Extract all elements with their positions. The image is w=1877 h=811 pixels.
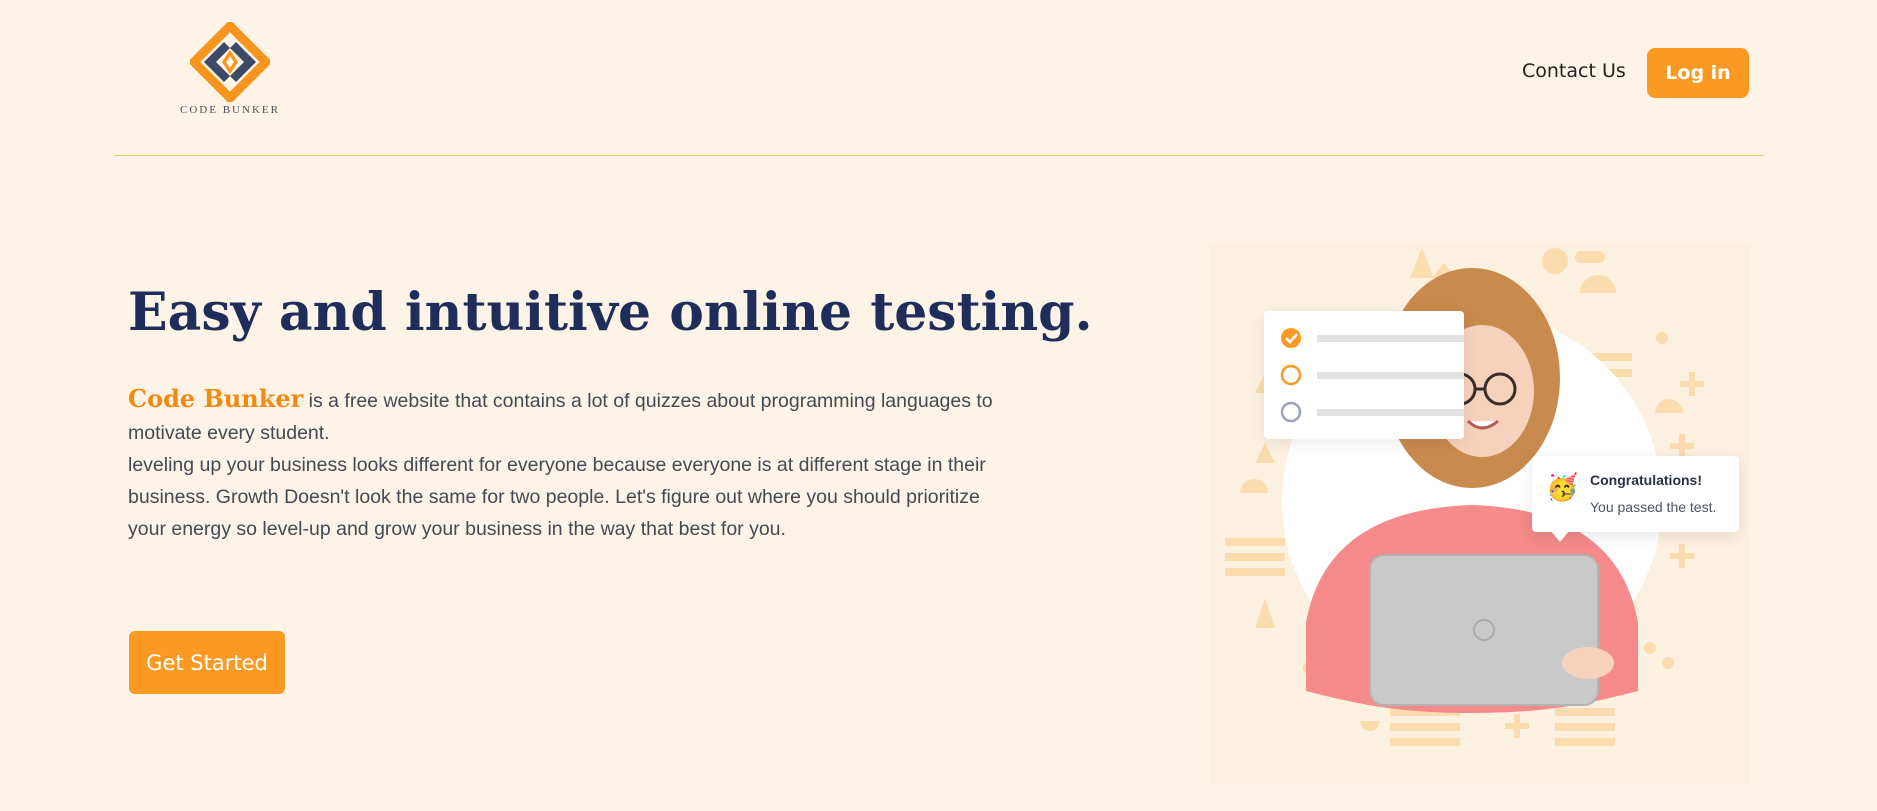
site-header: CODE BUNKER Contact Us Log in <box>114 0 1764 156</box>
checklist-card <box>1264 311 1467 439</box>
checked-circle-icon <box>1281 328 1301 348</box>
logo[interactable]: CODE BUNKER <box>160 22 300 122</box>
grey-circle-icon <box>1280 401 1302 423</box>
hero-body-text: leveling up your business looks differen… <box>128 454 986 540</box>
get-started-button[interactable]: Get Started <box>129 631 285 694</box>
congrats-subtitle: You passed the test. <box>1590 499 1717 515</box>
contact-us-link[interactable]: Contact Us <box>1522 60 1626 82</box>
brand-name-inline: Code Bunker <box>128 384 304 413</box>
party-face-icon: 🥳 <box>1546 472 1579 502</box>
login-button[interactable]: Log in <box>1647 48 1749 98</box>
speech-bubble-tail <box>1550 530 1570 542</box>
congratulations-card: 🥳 Congratulations! You passed the test. <box>1532 456 1739 542</box>
logo-text: CODE BUNKER <box>180 104 280 116</box>
hero-title: Easy and intuitive online testing. <box>128 282 1093 343</box>
hero-description: Code Bunker is a free website that conta… <box>128 383 1003 545</box>
orange-circle-icon <box>1280 364 1302 386</box>
congrats-title: Congratulations! <box>1590 472 1702 488</box>
code-bunker-logo-icon <box>190 22 270 102</box>
